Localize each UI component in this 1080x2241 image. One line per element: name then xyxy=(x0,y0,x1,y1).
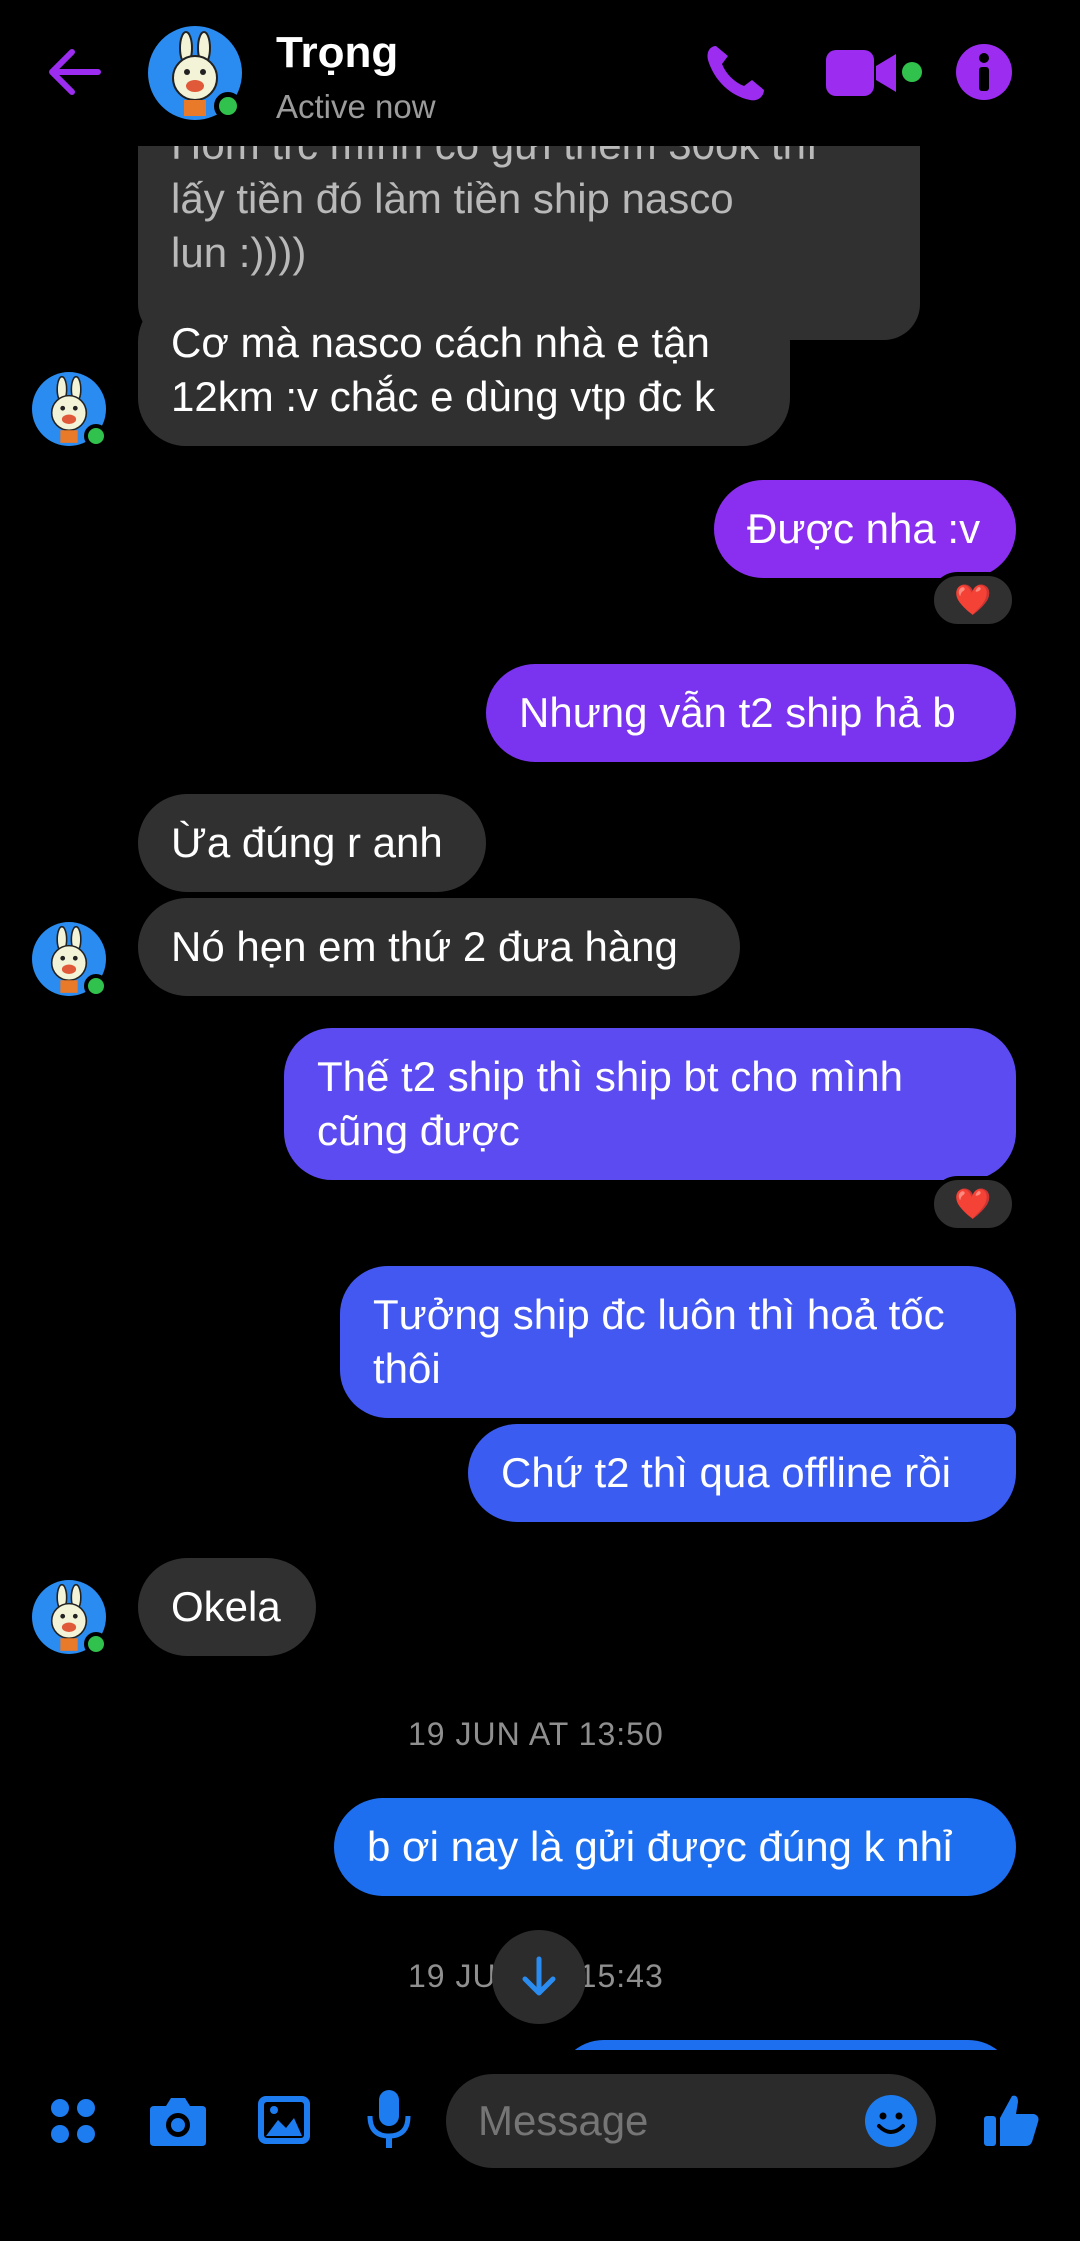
message-line: cũng được xyxy=(317,1107,520,1154)
message-text: Okela xyxy=(171,1583,281,1630)
message-line: thôi xyxy=(373,1345,441,1392)
outgoing-message[interactable]: Chứ t2 thì qua offline rồi xyxy=(468,1424,1016,1522)
camera-icon[interactable] xyxy=(148,2094,208,2148)
phone-icon[interactable] xyxy=(700,40,770,106)
online-indicator xyxy=(84,424,108,448)
thumbs-up-icon[interactable] xyxy=(982,2090,1042,2150)
message-line: lấy tiền đó làm tiền ship nasco xyxy=(171,175,734,222)
emoji-icon[interactable] xyxy=(864,2094,918,2148)
outgoing-message[interactable]: Nhưng vẫn t2 ship hả b xyxy=(486,664,1016,762)
outgoing-message[interactable]: Tưởng ship đc luôn thì hoả tốc thôi xyxy=(340,1266,1016,1418)
message-text: Ừa đúng r anh xyxy=(171,819,443,866)
incoming-message[interactable]: Nó hẹn em thứ 2 đưa hàng xyxy=(138,898,740,996)
back-arrow-icon[interactable] xyxy=(42,40,106,104)
apps-menu-icon[interactable] xyxy=(48,2096,98,2146)
heart-reaction[interactable]: ❤️ xyxy=(930,1176,1016,1232)
message-text: Chứ t2 thì qua offline rồi xyxy=(501,1449,951,1496)
online-indicator xyxy=(84,1632,108,1656)
heart-reaction[interactable]: ❤️ xyxy=(930,572,1016,628)
message-line: Cơ mà nasco cách nhà e tận xyxy=(171,319,710,366)
outgoing-message[interactable]: Được nha :v xyxy=(714,480,1016,578)
arrow-down-icon xyxy=(522,1956,556,1996)
microphone-icon[interactable] xyxy=(364,2088,414,2152)
gallery-icon[interactable] xyxy=(256,2094,312,2146)
outgoing-message[interactable]: b ơi nay là gửi được đúng k nhỉ xyxy=(334,1798,1016,1896)
message-text: Nó hẹn em thứ 2 đưa hàng xyxy=(171,923,678,970)
active-status: Active now xyxy=(276,88,436,125)
message-input[interactable] xyxy=(446,2074,936,2168)
message-line: lun :)))) xyxy=(171,229,307,276)
video-call-icon[interactable] xyxy=(826,44,898,102)
online-indicator xyxy=(214,92,242,120)
online-indicator xyxy=(84,974,108,998)
message-text: Nhưng vẫn t2 ship hả b xyxy=(519,689,956,736)
contact-name[interactable]: Trọng xyxy=(276,28,398,78)
heart-icon: ❤️ xyxy=(954,583,992,617)
message-line: Thế t2 ship thì ship bt cho mình xyxy=(317,1053,903,1100)
scroll-to-bottom-button[interactable] xyxy=(492,1930,586,2024)
online-indicator xyxy=(902,62,922,82)
incoming-message[interactable]: Okela xyxy=(138,1558,316,1656)
message-line: Tưởng ship đc luôn thì hoả tốc xyxy=(373,1291,945,1338)
heart-icon: ❤️ xyxy=(954,1187,992,1221)
incoming-message[interactable]: Ừa đúng r anh xyxy=(138,794,486,892)
conversation-header: Trọng Active now xyxy=(0,0,1080,146)
outgoing-message[interactable]: Thế t2 ship thì ship bt cho mình cũng đư… xyxy=(284,1028,1016,1180)
timestamp-divider: 19 JUN AT 13:50 xyxy=(408,1716,664,1752)
message-text: Được nha :v xyxy=(747,505,981,552)
incoming-message[interactable]: Cơ mà nasco cách nhà e tận 12km :v chắc … xyxy=(138,294,790,446)
message-text: b ơi nay là gửi được đúng k nhỉ xyxy=(367,1823,953,1870)
info-icon[interactable] xyxy=(954,42,1014,102)
message-line: 12km :v chắc e dùng vtp đc k xyxy=(171,373,715,420)
